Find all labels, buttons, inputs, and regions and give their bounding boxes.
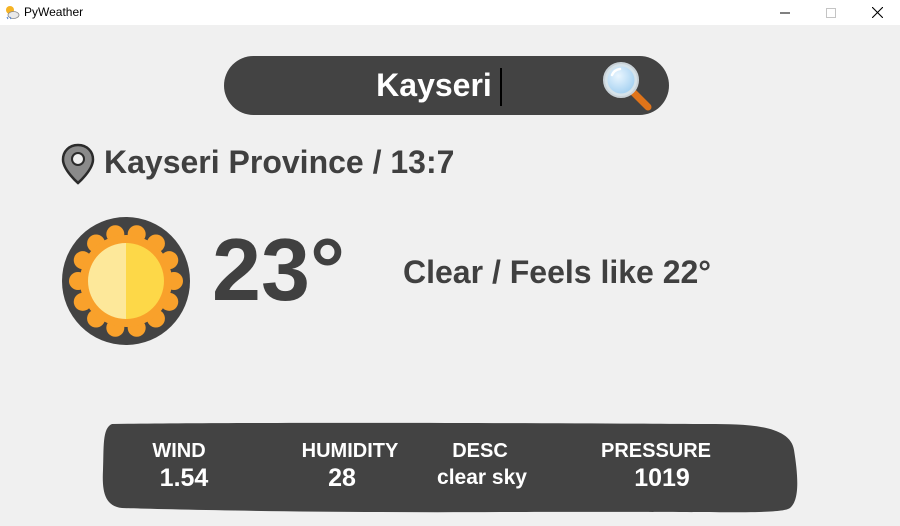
minimize-icon bbox=[780, 12, 790, 13]
close-icon bbox=[871, 7, 883, 18]
maximize-icon bbox=[826, 7, 836, 18]
close-button[interactable] bbox=[854, 0, 900, 25]
title-bar[interactable]: PyWeather bbox=[0, 0, 900, 25]
wind-value: 1.54 bbox=[159, 464, 209, 492]
desc-value: clear sky bbox=[437, 466, 527, 489]
condition-label: Clear / Feels like 22° bbox=[403, 254, 712, 290]
sun-icon bbox=[62, 217, 190, 345]
humidity-label: HUMIDITY bbox=[301, 440, 399, 462]
temperature: 23° bbox=[212, 220, 346, 319]
app-window: PyWeather Kayseri Kayseri Province / 13:… bbox=[0, 0, 900, 526]
text-caret bbox=[500, 68, 502, 106]
maximize-button[interactable] bbox=[808, 0, 854, 25]
wind-label: WIND bbox=[152, 440, 206, 462]
partly-cloudy-app-icon bbox=[6, 6, 20, 20]
window-title: PyWeather bbox=[24, 5, 84, 19]
location-label: Kayseri Province / 13:7 bbox=[104, 144, 455, 180]
map-pin-icon bbox=[61, 143, 95, 185]
search-input[interactable] bbox=[264, 62, 604, 108]
minimize-button[interactable] bbox=[762, 0, 808, 25]
pressure-value: 1019 bbox=[634, 464, 690, 492]
humidity-value: 28 bbox=[328, 464, 356, 492]
desc-label: DESC bbox=[452, 440, 508, 462]
magnifier-icon[interactable] bbox=[600, 60, 654, 112]
pressure-label: PRESSURE bbox=[600, 440, 712, 462]
